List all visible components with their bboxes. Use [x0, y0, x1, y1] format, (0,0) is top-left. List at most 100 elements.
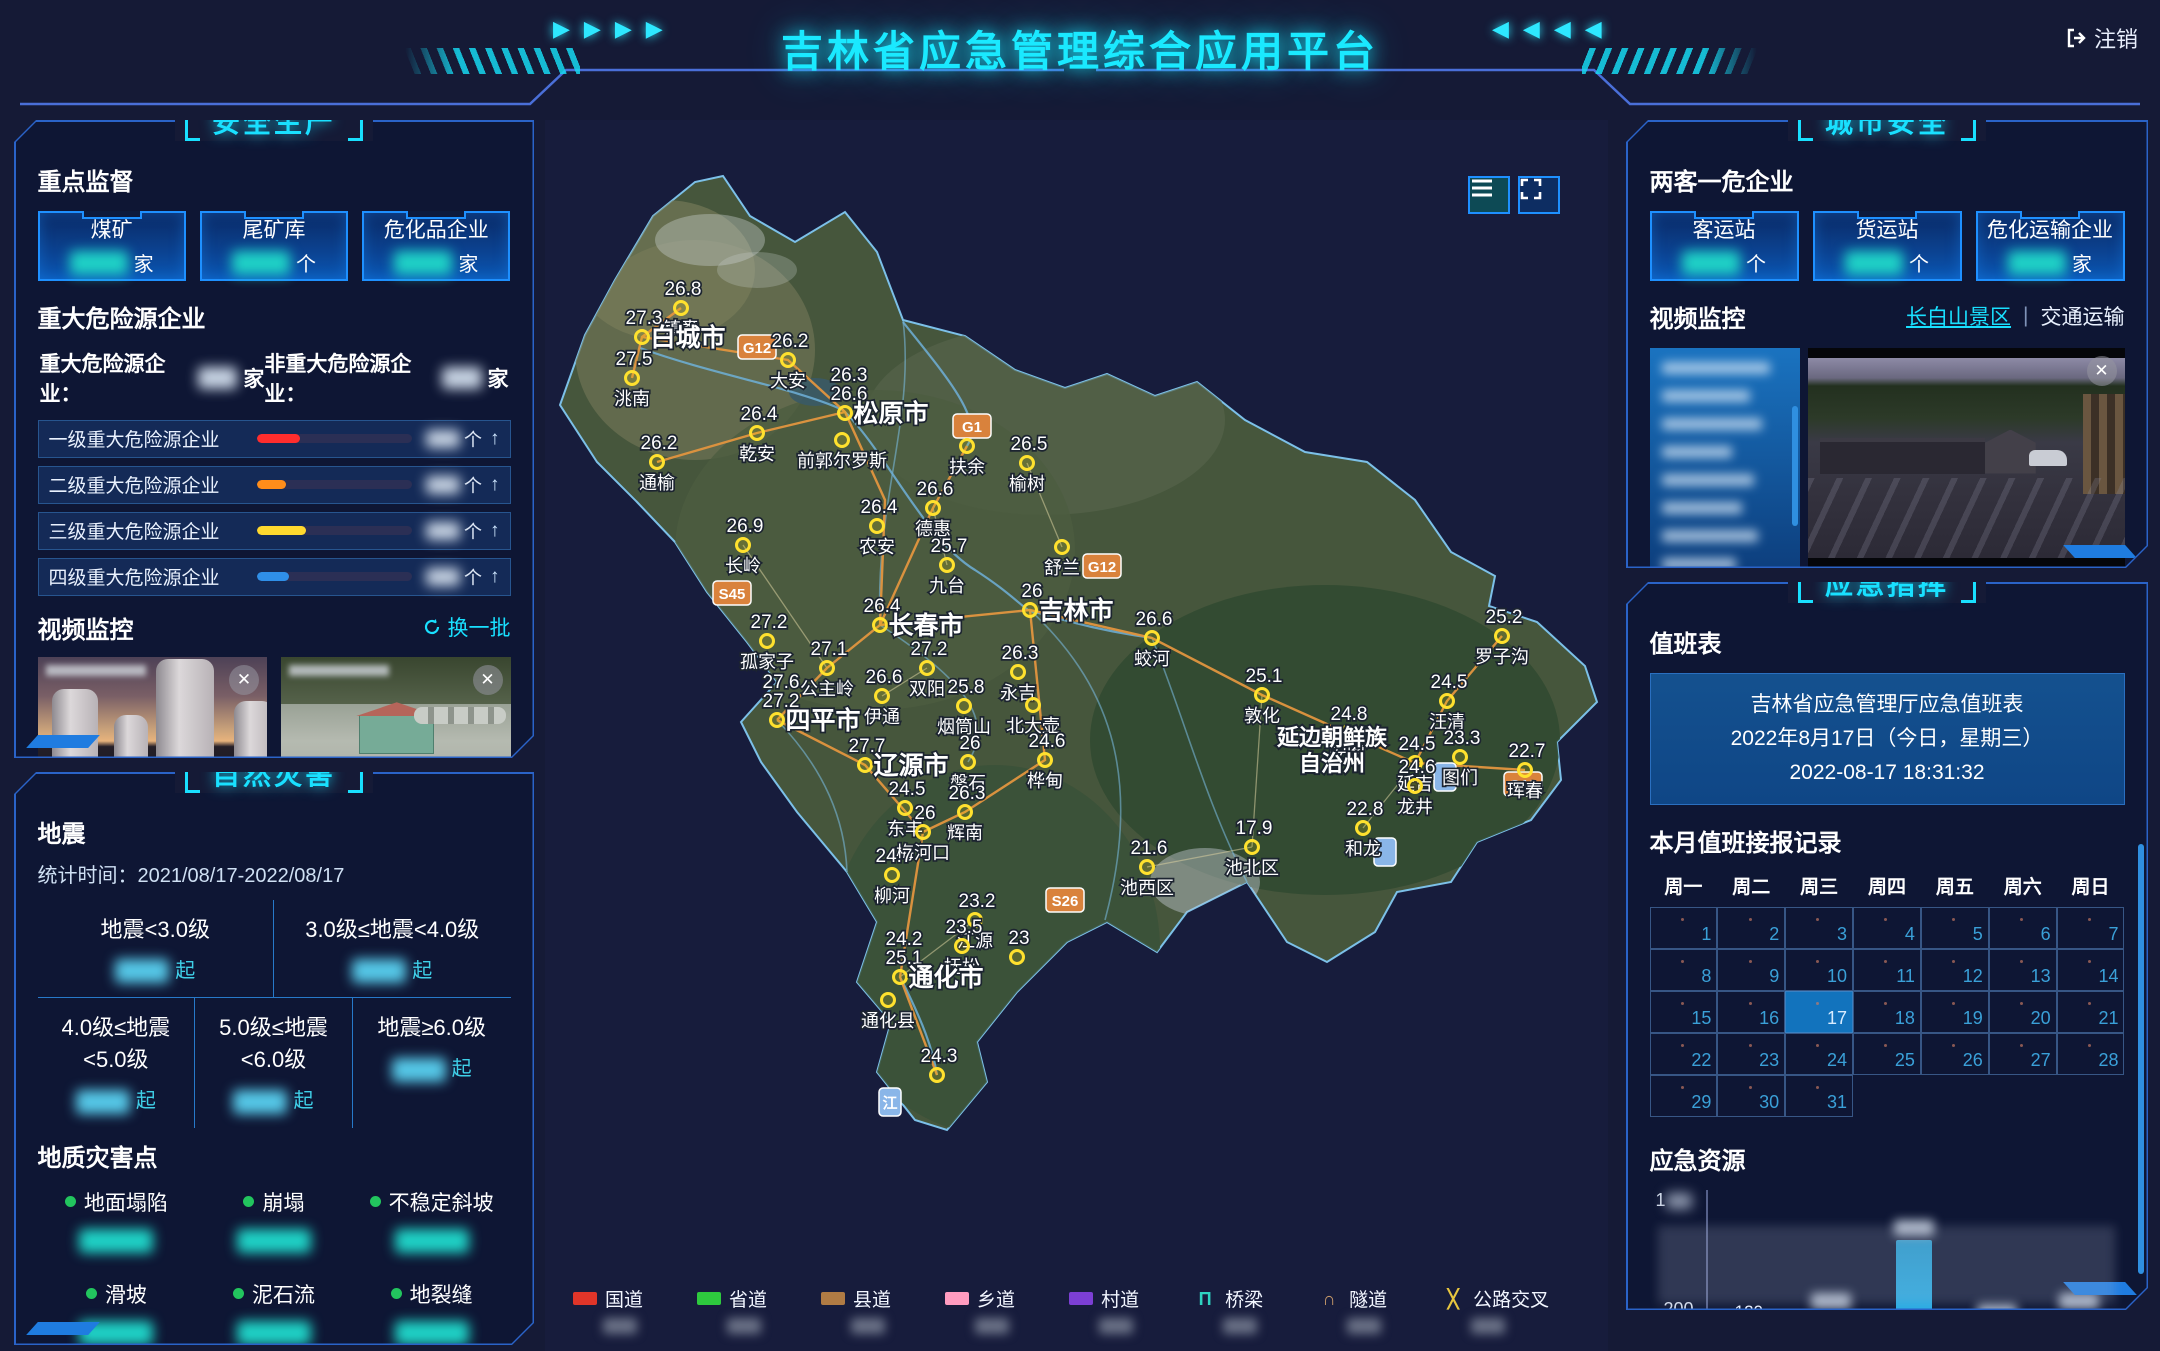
map-fullscreen-button[interactable] [1518, 176, 1560, 214]
hazard-bar-track [257, 434, 413, 443]
svg-text:22.7: 22.7 [1509, 741, 1546, 762]
calendar-weekday: 周一 [1650, 872, 1718, 899]
calendar-day[interactable]: 30 [1717, 1075, 1785, 1117]
green-dot-icon [391, 1288, 402, 1299]
calendar-day[interactable]: 20 [1989, 991, 2057, 1033]
camera-list-item[interactable] [1662, 446, 1732, 458]
stat-button-label: 尾矿库 [242, 214, 305, 244]
camera-list-item[interactable] [1662, 530, 1758, 542]
calendar-day[interactable]: 26 [1921, 1033, 1989, 1075]
calendar-day[interactable]: 12 [1921, 949, 1989, 991]
calendar-day[interactable]: 5 [1921, 907, 1989, 949]
calendar-day[interactable]: 14 [2057, 949, 2125, 991]
calendar-day[interactable]: 24 [1785, 1033, 1853, 1075]
legend-item-桥梁[interactable]: Π桥梁 [1193, 1285, 1263, 1334]
calendar-day-number: 19 [1963, 1008, 1983, 1029]
supervision-stat-button[interactable]: 危化品企业家 [362, 211, 510, 281]
calendar-day[interactable]: 22 [1650, 1033, 1718, 1075]
calendar-day[interactable]: 27 [1989, 1033, 2057, 1075]
calendar-day[interactable]: 1 [1650, 907, 1718, 949]
camera-list-item[interactable] [1662, 362, 1770, 374]
tab-transport[interactable]: 交通运输 [2041, 301, 2125, 331]
svg-text:G1: G1 [962, 419, 982, 436]
camera-list-item[interactable] [1662, 418, 1762, 430]
province-map[interactable]: G12G1G12S45G12S26江 26.8镇赉27.3白城市27.5洮南26… [545, 120, 1608, 1351]
cross-icon: ╳ [1441, 1292, 1465, 1306]
city-stat-button[interactable]: 危化运输企业家 [1976, 211, 2125, 281]
calendar-day-number: 2 [1769, 924, 1779, 945]
blurred-value [1223, 1318, 1257, 1334]
refresh-batch-button[interactable]: 换一批 [422, 612, 511, 642]
quake-grid: 地震<3.0级起3.0级≤地震<4.0级起 4.0级≤地震<5.0级起5.0级≤… [38, 900, 511, 1128]
resource-category-label: 应急队伍 [1789, 1346, 1872, 1351]
y-tick-0: 0 [1683, 1327, 1693, 1348]
legend-item-乡道[interactable]: 乡道 [945, 1285, 1015, 1334]
calendar-day[interactable]: 18 [1853, 991, 1921, 1033]
legend-label: 国道 [605, 1285, 643, 1312]
legend-item-隧道[interactable]: ∩隧道 [1317, 1285, 1387, 1334]
legend-item-国道[interactable]: 国道 [573, 1285, 643, 1334]
stat-button-value: 家 [70, 248, 154, 277]
supervision-stat-button[interactable]: 尾矿库个 [200, 211, 348, 281]
hazard-bar-row: 四级重大危险源企业个↑ [38, 558, 511, 596]
city-stat-button[interactable]: 货运站个 [1813, 211, 1962, 281]
close-icon[interactable]: ✕ [473, 665, 503, 695]
calendar-day[interactable]: 25 [1853, 1033, 1921, 1075]
calendar-day[interactable]: 7 [2057, 907, 2125, 949]
camera-list-scrollbar[interactable] [1792, 406, 1798, 526]
logout-button[interactable]: 注销 [2065, 22, 2138, 54]
calendar-day[interactable]: 4 [1853, 907, 1921, 949]
calendar-day[interactable]: 6 [1989, 907, 2057, 949]
svg-text:伊通: 伊通 [864, 707, 900, 727]
calendar-day[interactable]: 2 [1717, 907, 1785, 949]
calendar-day[interactable]: 8 [1650, 949, 1718, 991]
calendar-day[interactable]: 17 [1785, 991, 1853, 1033]
calendar-day[interactable]: 13 [1989, 949, 2057, 991]
panel-nature: 自然灾害 地震 统计时间：2021/08/17-2022/08/17 地震<3.… [14, 772, 534, 1345]
supervision-stat-button[interactable]: 煤矿家 [38, 211, 186, 281]
camera-list[interactable] [1650, 348, 1800, 568]
blurred-value [394, 251, 452, 275]
camera-list-item[interactable] [1662, 558, 1736, 568]
camera-list-item[interactable] [1662, 502, 1742, 514]
blurred-value [603, 1318, 637, 1334]
legend-item-公路交叉[interactable]: ╳公路交叉 [1441, 1285, 1549, 1334]
quake-cell: 4.0级≤地震<5.0级起 [38, 998, 196, 1128]
calendar-day[interactable]: 10 [1785, 949, 1853, 991]
calendar-day[interactable]: 15 [1650, 991, 1718, 1033]
city-stat-button[interactable]: 客运站个 [1650, 211, 1799, 281]
calendar-day[interactable]: 19 [1921, 991, 1989, 1033]
calendar-day[interactable]: 31 [1785, 1075, 1853, 1117]
calendar-day[interactable]: 16 [1717, 991, 1785, 1033]
calendar-day[interactable]: 11 [1853, 949, 1921, 991]
road-color-swatch [821, 1292, 845, 1305]
tank-row [414, 707, 506, 724]
camera-list-item[interactable] [1662, 474, 1754, 486]
region-label-line: 自治州 [1299, 751, 1365, 776]
panel-scrollbar[interactable] [2138, 844, 2144, 1274]
close-icon[interactable]: ✕ [2087, 356, 2117, 386]
calendar-day[interactable]: 21 [2057, 991, 2125, 1033]
svg-text:珲春: 珲春 [1507, 781, 1543, 801]
duty-roster-card[interactable]: 吉林省应急管理厅应急值班表 2022年8月17日（今日，星期三） 2022-08… [1650, 673, 2125, 805]
calendar-day[interactable]: 23 [1717, 1033, 1785, 1075]
map-layers-button[interactable] [1468, 176, 1510, 214]
calendar-day[interactable]: 3 [1785, 907, 1853, 949]
calendar-day[interactable]: 9 [1717, 949, 1785, 991]
calendar-day-number: 17 [1827, 1008, 1847, 1029]
close-icon[interactable]: ✕ [229, 665, 259, 695]
quake-count: 起 [199, 1084, 348, 1114]
quake-unit: 起 [175, 960, 195, 982]
legend-item-省道[interactable]: 省道 [697, 1285, 767, 1334]
quake-count: 起 [357, 1052, 507, 1082]
panel-command-title-tab: 应急指挥 [1788, 563, 1986, 603]
stat-button-unit: 家 [2072, 248, 2092, 277]
legend-item-县道[interactable]: 县道 [821, 1285, 891, 1334]
legend-item-村道[interactable]: 村道 [1069, 1285, 1139, 1334]
calendar-day[interactable]: 28 [2057, 1033, 2125, 1075]
camera-list-item[interactable] [1662, 390, 1750, 402]
calendar-day-number: 21 [2098, 1008, 2118, 1029]
camera-view[interactable]: ✕ [1808, 348, 2125, 568]
calendar-day[interactable]: 29 [1650, 1075, 1718, 1117]
tab-changbaishan[interactable]: 长白山景区 [1906, 301, 2011, 331]
